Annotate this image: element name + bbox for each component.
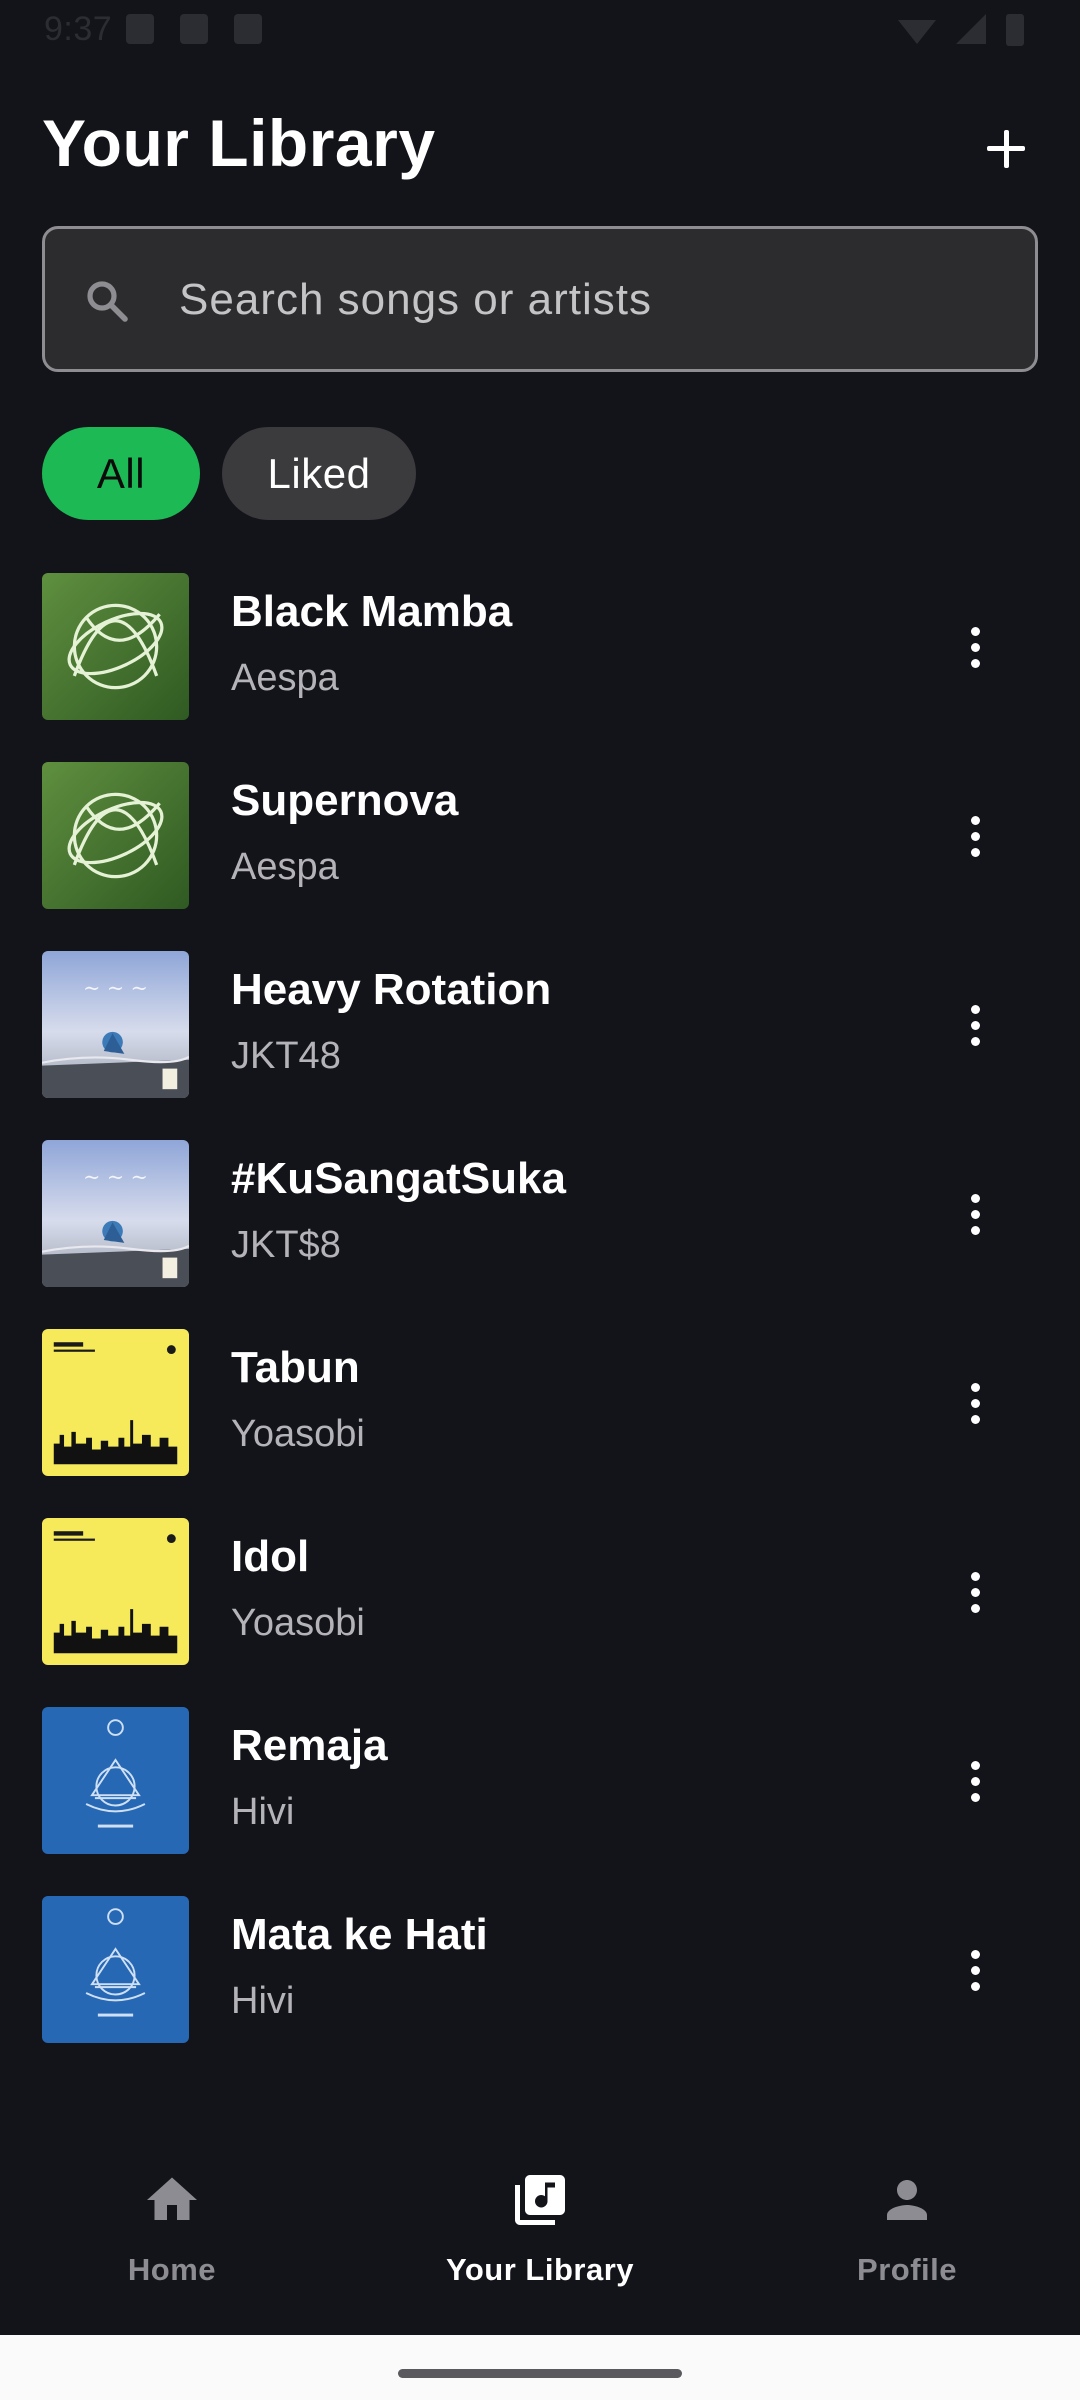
- song-artist: Yoasobi: [231, 1413, 365, 1455]
- song-artist: JKT$8: [231, 1224, 341, 1266]
- song-artist: Hivi: [231, 1791, 295, 1833]
- song-title: #KuSangatSuka: [231, 1154, 566, 1203]
- more-options-button[interactable]: [950, 804, 1000, 868]
- app-notification-icon: [234, 14, 262, 44]
- album-art: [42, 762, 189, 909]
- album-art: [42, 1896, 189, 2043]
- search-bar[interactable]: [42, 226, 1038, 372]
- search-input[interactable]: [179, 269, 999, 331]
- album-art: [42, 1518, 189, 1665]
- album-art: ~ ~ ~: [42, 951, 189, 1098]
- more-options-button[interactable]: [950, 1938, 1000, 2002]
- song-artist: Yoasobi: [231, 1602, 365, 1644]
- song-title: Heavy Rotation: [231, 965, 552, 1014]
- song-row[interactable]: Mata ke Hati Hivi: [0, 1896, 1080, 2085]
- filter-chip-all[interactable]: All: [42, 427, 200, 520]
- more-options-button[interactable]: [950, 1749, 1000, 1813]
- song-row[interactable]: Supernova Aespa: [0, 762, 1080, 951]
- system-icons: [898, 14, 1024, 46]
- song-title: Supernova: [231, 776, 459, 825]
- song-row[interactable]: Remaja Hivi: [0, 1707, 1080, 1896]
- song-row[interactable]: Idol Yoasobi: [0, 1518, 1080, 1707]
- battery-icon: [1006, 14, 1024, 46]
- wifi-icon: [898, 20, 936, 44]
- search-icon: [87, 281, 128, 322]
- shield-icon: [126, 14, 154, 44]
- bottom-navigation: Home Your Library Profile: [0, 2130, 1080, 2335]
- status-time: 9:37: [44, 10, 113, 48]
- song-title: Tabun: [231, 1343, 360, 1392]
- song-row[interactable]: ~ ~ ~ Heavy Rotation JKT48: [0, 951, 1080, 1140]
- more-options-button[interactable]: [950, 1560, 1000, 1624]
- page-title: Your Library: [42, 106, 436, 180]
- more-options-button[interactable]: [950, 615, 1000, 679]
- album-art: [42, 573, 189, 720]
- song-artist: Aespa: [231, 846, 339, 888]
- album-art: [42, 1707, 189, 1854]
- song-title: Mata ke Hati: [231, 1910, 488, 1959]
- nav-label: Home: [127, 2252, 217, 2287]
- status-bar: 9:37: [0, 0, 1080, 64]
- album-art: ~ ~ ~: [42, 1140, 189, 1287]
- filter-chip-liked[interactable]: Liked: [222, 427, 416, 520]
- add-button[interactable]: [976, 118, 1036, 178]
- profile-icon: [887, 2180, 927, 2220]
- library-icon: [515, 2175, 565, 2225]
- notification-icons: [126, 14, 262, 44]
- svg-text:~ ~ ~: ~ ~ ~: [83, 1165, 148, 1189]
- nav-your-library[interactable]: Your Library: [390, 2170, 690, 2320]
- home-gesture-handle[interactable]: [398, 2369, 682, 2378]
- nav-label: Your Library: [445, 2252, 635, 2287]
- nav-profile[interactable]: Profile: [757, 2170, 1057, 2320]
- svg-text:~ ~ ~: ~ ~ ~: [83, 976, 148, 1000]
- song-artist: Hivi: [231, 1980, 295, 2022]
- gesture-navigation-area: [0, 2335, 1080, 2400]
- song-list: Black Mamba Aespa Supernova Aespa ~ ~ ~ …: [0, 573, 1080, 2085]
- filter-chip-label: Liked: [267, 449, 371, 497]
- song-row[interactable]: Tabun Yoasobi: [0, 1329, 1080, 1518]
- nav-label: Profile: [857, 2252, 957, 2287]
- song-artist: Aespa: [231, 657, 339, 699]
- more-options-button[interactable]: [950, 993, 1000, 1057]
- song-artist: JKT48: [231, 1035, 341, 1077]
- library-screen: 9:37 Your Library All Liked Bl: [0, 0, 1080, 2400]
- sd-card-icon: [180, 14, 208, 44]
- filter-chip-label: All: [96, 449, 146, 497]
- song-title: Black Mamba: [231, 587, 513, 636]
- song-row[interactable]: Black Mamba Aespa: [0, 573, 1080, 762]
- more-options-button[interactable]: [950, 1371, 1000, 1435]
- song-title: Idol: [231, 1532, 310, 1581]
- song-row[interactable]: ~ ~ ~ #KuSangatSuka JKT$8: [0, 1140, 1080, 1329]
- signal-icon: [956, 14, 986, 44]
- more-options-button[interactable]: [950, 1182, 1000, 1246]
- nav-home[interactable]: Home: [22, 2170, 322, 2320]
- album-art: [42, 1329, 189, 1476]
- home-icon: [147, 2177, 197, 2220]
- song-title: Remaja: [231, 1721, 388, 1770]
